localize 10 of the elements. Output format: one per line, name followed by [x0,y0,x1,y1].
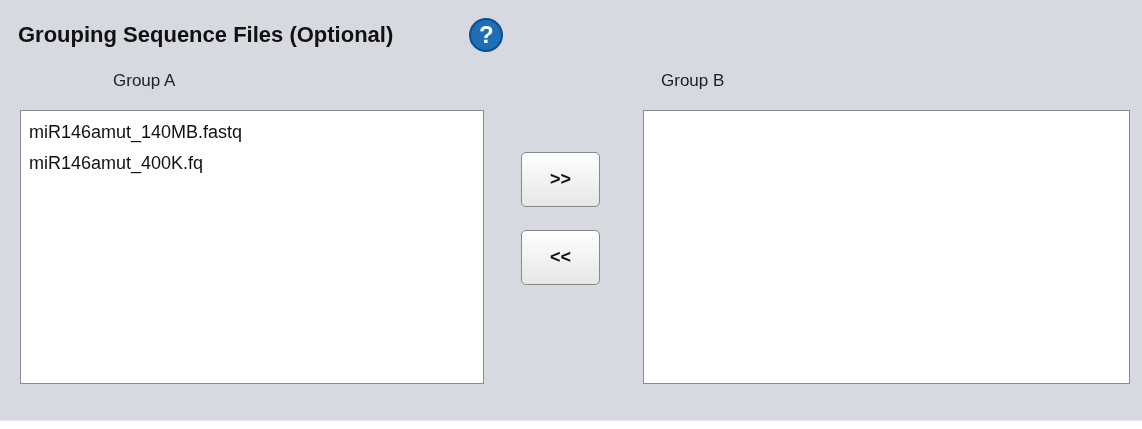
move-button[interactable]: >> [521,152,600,207]
list-item[interactable]: miR146amut_400K.fq [21,147,483,180]
section-title: Grouping Sequence Files (Optional) [18,21,394,49]
list-item[interactable]: miR146amut_140MB.fastq [21,116,483,148]
group-label: Group A [113,70,177,92]
list-box[interactable] [643,109,1130,384]
help-icon[interactable]: ? [469,18,504,52]
group-label: Group B [661,70,726,92]
list-box[interactable]: miR146amut_140MB.fastq miR146amut_400K.fq [20,109,484,384]
move-button[interactable]: << [521,230,600,285]
